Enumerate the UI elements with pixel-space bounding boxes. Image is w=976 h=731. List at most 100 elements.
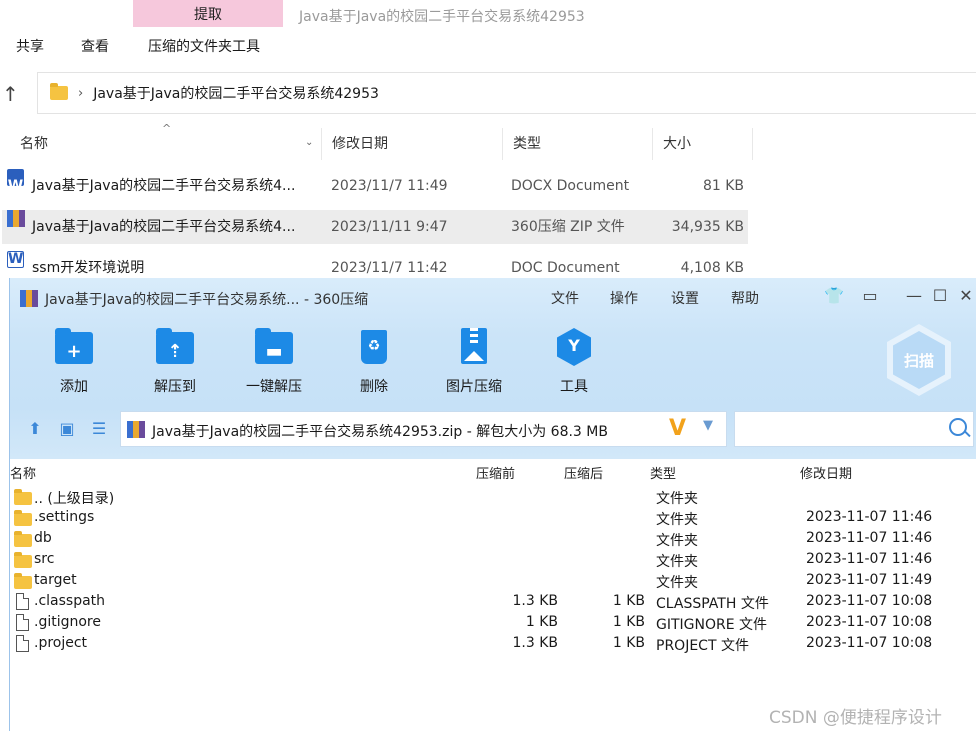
file-modified: 2023/11/7 11:49: [331, 178, 448, 194]
column-name[interactable]: 名称: [10, 128, 322, 160]
file-size: 34,935 KB: [671, 219, 744, 235]
zip-column-before[interactable]: 压缩前: [476, 463, 515, 482]
csdn-watermark: CSDN @便捷程序设计: [769, 708, 942, 728]
file-modified: 2023/11/11 9:47: [331, 219, 448, 235]
zip-item-type: GITIGNORE 文件: [656, 617, 768, 633]
zip-row-folder[interactable]: target 文件夹 2023-11-07 11:49: [10, 571, 976, 592]
extract-to-label: 解压到: [154, 379, 196, 395]
menu-operate[interactable]: 操作: [610, 288, 638, 308]
verify-icon[interactable]: V: [669, 416, 686, 441]
zip-item-name: .classpath: [34, 593, 106, 609]
ribbon-menu-share[interactable]: 共享: [16, 36, 44, 56]
zip-search-input[interactable]: [734, 411, 974, 447]
add-icon: +: [55, 328, 93, 364]
zip-row-folder[interactable]: .settings 文件夹 2023-11-07 11:46: [10, 508, 976, 529]
zip-archive-icon: [127, 421, 145, 438]
scan-button[interactable]: 扫描: [887, 324, 951, 396]
delete-icon: ♻: [361, 330, 387, 364]
tools-button[interactable]: Y 工具: [534, 328, 614, 396]
zip-window: Java基于Java的校园二手平台交易系统... - 360压缩 文件 操作 设…: [9, 278, 976, 731]
zip-item-type: 文件夹: [656, 575, 698, 591]
zip-address-text: Java基于Java的校园二手平台交易系统42953.zip - 解包大小为 6…: [152, 424, 608, 440]
column-type[interactable]: 类型: [503, 128, 653, 160]
menu-settings[interactable]: 设置: [671, 288, 699, 308]
minimize-icon[interactable]: —: [903, 286, 925, 306]
zip-row-folder[interactable]: src 文件夹 2023-11-07 11:46: [10, 550, 976, 571]
zip-window-title: Java基于Java的校园二手平台交易系统... - 360压缩: [45, 292, 369, 308]
file-row-zip[interactable]: Java基于Java的校园二手平台交易系统4... 2023/11/11 9:4…: [2, 210, 748, 244]
folder-icon: [14, 531, 32, 547]
zip-column-name[interactable]: 名称: [10, 463, 36, 482]
word-docx-icon: W: [7, 169, 24, 194]
maximize-icon[interactable]: ☐: [929, 286, 951, 306]
search-icon[interactable]: [949, 418, 967, 436]
add-label: 添加: [60, 379, 88, 395]
zip-address-bar[interactable]: Java基于Java的校园二手平台交易系统42953.zip - 解包大小为 6…: [120, 411, 727, 447]
tools-label: 工具: [560, 379, 588, 395]
one-click-extract-label: 一键解压: [246, 379, 302, 395]
menu-file[interactable]: 文件: [551, 288, 579, 308]
zip-item-name: .project: [34, 635, 88, 651]
zip-item-after: 1 KB: [612, 635, 645, 651]
file-name: Java基于Java的校园二手平台交易系统4...: [32, 178, 296, 194]
folder-icon: [14, 573, 32, 589]
zip-item-modified: 2023-11-07 10:08: [806, 593, 933, 609]
zip-column-modified[interactable]: 修改日期: [800, 463, 852, 482]
file-type: 360压缩 ZIP 文件: [511, 219, 625, 235]
folder-icon: [14, 510, 32, 526]
zip-item-name: src: [34, 551, 55, 567]
folder-icon: [14, 489, 32, 505]
column-size[interactable]: 大小: [653, 128, 753, 160]
zip-item-before: 1.3 KB: [512, 635, 559, 651]
file-size: 81 KB: [702, 178, 744, 194]
ribbon-menu-compressed-tools[interactable]: 压缩的文件夹工具: [148, 36, 260, 56]
zip-item-modified: 2023-11-07 10:08: [806, 635, 933, 651]
zip-row-file[interactable]: .gitignore 1 KB 1 KB GITIGNORE 文件 2023-1…: [10, 613, 976, 634]
one-click-extract-button[interactable]: ▬ 一键解压: [234, 328, 314, 396]
zip-item-modified: 2023-11-07 11:46: [806, 551, 933, 567]
file-icon: [16, 614, 29, 631]
chevron-down-icon[interactable]: ▼: [703, 418, 713, 433]
chevron-down-icon[interactable]: ⌄: [305, 137, 313, 148]
delete-button[interactable]: ♻ 删除: [334, 328, 414, 396]
thumbnail-view-icon[interactable]: ▣: [58, 421, 76, 437]
feedback-icon[interactable]: ▭: [859, 286, 881, 306]
zip-item-after: 1 KB: [612, 593, 645, 609]
zip-row-folder[interactable]: db 文件夹 2023-11-07 11:46: [10, 529, 976, 550]
ribbon-tab-extract[interactable]: 提取: [133, 0, 283, 27]
zip-item-before: 1 KB: [525, 614, 558, 630]
zip-row-parent[interactable]: .. (上级目录) 文件夹: [10, 487, 976, 508]
skin-icon[interactable]: 👕: [823, 286, 845, 306]
file-row-docx[interactable]: W Java基于Java的校园二手平台交易系统4... 2023/11/7 11…: [2, 169, 748, 203]
explorer-window-title: Java基于Java的校园二手平台交易系统42953: [299, 9, 585, 25]
column-name-label: 名称: [20, 136, 48, 152]
up-level-icon[interactable]: ⬆: [26, 421, 44, 437]
zip-item-modified: 2023-11-07 11:46: [806, 509, 933, 525]
ribbon-menu-view[interactable]: 查看: [81, 36, 109, 56]
zip-column-header: 名称 压缩前 压缩后 类型 修改日期: [10, 459, 976, 484]
close-icon[interactable]: ✕: [955, 286, 976, 306]
image-compress-icon: [461, 328, 487, 364]
zip-item-modified: 2023-11-07 11:49: [806, 572, 933, 588]
add-button[interactable]: + 添加: [34, 328, 114, 396]
explorer-address-bar[interactable]: › Java基于Java的校园二手平台交易系统42953: [37, 72, 976, 114]
file-icon: [16, 635, 29, 652]
image-compress-label: 图片压缩: [446, 379, 502, 395]
zip-item-modified: 2023-11-07 10:08: [806, 614, 933, 630]
zip-row-file[interactable]: .project 1.3 KB 1 KB PROJECT 文件 2023-11-…: [10, 634, 976, 655]
zip-column-type[interactable]: 类型: [650, 463, 676, 482]
scan-label: 扫描: [903, 352, 934, 370]
extract-to-button[interactable]: ⇡ 解压到: [135, 328, 215, 396]
chevron-right-icon[interactable]: ›: [78, 86, 83, 101]
list-view-icon[interactable]: ☰: [90, 421, 108, 437]
zip-item-type: 文件夹: [656, 512, 698, 528]
up-arrow-icon[interactable]: ↑: [2, 82, 22, 106]
one-click-extract-icon: ▬: [255, 328, 293, 364]
menu-help[interactable]: 帮助: [731, 288, 759, 308]
zip-row-file[interactable]: .classpath 1.3 KB 1 KB CLASSPATH 文件 2023…: [10, 592, 976, 613]
column-size-label: 大小: [663, 136, 691, 152]
delete-label: 删除: [360, 379, 388, 395]
zip-column-after[interactable]: 压缩后: [564, 463, 603, 482]
image-compress-button[interactable]: 图片压缩: [434, 328, 514, 396]
column-modified[interactable]: 修改日期: [322, 128, 503, 160]
